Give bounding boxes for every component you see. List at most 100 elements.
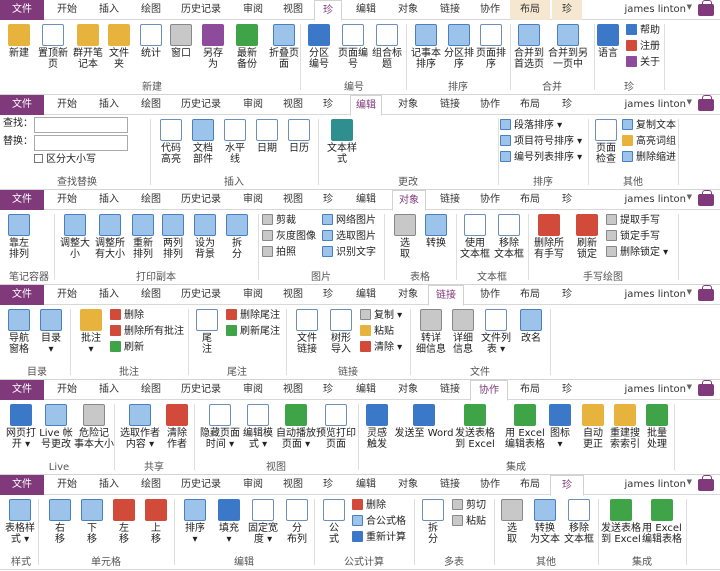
- small-button[interactable]: 清除 ▾: [360, 341, 402, 355]
- ribbon-button[interactable]: 转换: [422, 214, 450, 249]
- ribbon-button[interactable]: 删除所 有手写: [530, 214, 568, 260]
- ribbon-button[interactable]: 刷新 锁定: [572, 214, 602, 260]
- tab-7[interactable]: 珍: [314, 0, 342, 21]
- ribbon-button[interactable]: 使用 文本框: [458, 214, 492, 260]
- tab-11[interactable]: 协作: [474, 285, 506, 305]
- small-button[interactable]: 识别文字: [322, 246, 376, 260]
- ribbon-button[interactable]: 另存 为: [198, 24, 228, 70]
- small-button[interactable]: 删除: [110, 309, 144, 323]
- ribbon-button[interactable]: 批注 ▾: [76, 309, 106, 355]
- ribbon-button[interactable]: 页面编 号: [336, 24, 370, 70]
- ribbon-button[interactable]: 用 Excel 编辑表格: [640, 499, 684, 545]
- user-name[interactable]: james linton: [625, 380, 686, 400]
- ribbon-button[interactable]: 固定宽 度 ▾: [246, 499, 280, 545]
- user-name[interactable]: james linton: [625, 0, 686, 20]
- tab-13[interactable]: 珍: [552, 95, 582, 115]
- small-button[interactable]: 区分大小写: [34, 153, 96, 167]
- tab-1[interactable]: 开始: [52, 475, 82, 495]
- ribbon-button[interactable]: 发送至 Word: [394, 404, 454, 439]
- ribbon-button[interactable]: 代码 高亮: [156, 119, 186, 165]
- small-button[interactable]: 刷新尾注: [226, 325, 280, 339]
- ribbon-button[interactable]: 左 移: [110, 499, 138, 545]
- ribbon-button[interactable]: 窗口: [166, 24, 196, 59]
- tab-0[interactable]: 文件: [0, 190, 44, 210]
- tab-3[interactable]: 绘图: [136, 0, 166, 20]
- ribbon-button[interactable]: 水平 线: [220, 119, 250, 165]
- ribbon-button[interactable]: 尾 注: [192, 309, 222, 355]
- ribbon-button[interactable]: 组合标 题: [370, 24, 404, 70]
- small-button[interactable]: 刷新: [110, 341, 144, 355]
- ribbon-button[interactable]: 移除 文本框: [492, 214, 526, 260]
- tab-7[interactable]: 珍: [316, 95, 340, 115]
- tab-8[interactable]: 编辑: [350, 0, 382, 20]
- ribbon-button[interactable]: 目录 ▾: [36, 309, 66, 355]
- ribbon-button[interactable]: 重新 排列: [128, 214, 158, 260]
- tab-5[interactable]: 审阅: [238, 190, 268, 210]
- tab-2[interactable]: 插入: [94, 95, 124, 115]
- small-button[interactable]: 复制文本: [622, 119, 676, 133]
- ribbon-button[interactable]: 文本样 式: [324, 119, 360, 165]
- ribbon-button[interactable]: 调整所 有大小: [92, 214, 128, 260]
- ribbon-button[interactable]: 预览打印 页面: [314, 404, 358, 450]
- small-button[interactable]: 删除锁定 ▾: [606, 246, 668, 260]
- small-button[interactable]: 粘贴: [452, 515, 486, 529]
- small-button[interactable]: 编号列表排序 ▾: [500, 151, 582, 165]
- ribbon-button[interactable]: 调整大 小: [58, 214, 92, 260]
- tab-11[interactable]: 协作: [474, 95, 506, 115]
- ribbon-button[interactable]: 转详 细信息: [416, 309, 446, 355]
- ribbon-button[interactable]: 右 移: [46, 499, 74, 545]
- ribbon-button[interactable]: 文件列 表 ▾: [478, 309, 514, 355]
- tab-0[interactable]: 文件: [0, 0, 44, 20]
- ribbon-button[interactable]: 下 移: [78, 499, 106, 545]
- tab-1[interactable]: 开始: [52, 380, 82, 400]
- tab-13[interactable]: 珍: [552, 0, 582, 20]
- ribbon-button[interactable]: 排序 ▾: [180, 499, 210, 545]
- ribbon-button[interactable]: 两列 排列: [158, 214, 188, 260]
- small-button[interactable]: 复制 ▾: [360, 309, 402, 323]
- user-name[interactable]: james linton: [625, 475, 686, 495]
- ribbon-button[interactable]: 分区排 序: [442, 24, 476, 70]
- tab-6[interactable]: 视图: [278, 285, 308, 305]
- chevron-down-icon[interactable]: ▼: [687, 478, 692, 486]
- ribbon-button[interactable]: 自动 更正: [578, 404, 608, 450]
- tab-11[interactable]: 协作: [474, 190, 506, 210]
- tab-10[interactable]: 链接: [434, 475, 466, 495]
- tab-0[interactable]: 文件: [0, 380, 44, 400]
- chevron-down-icon[interactable]: ▼: [687, 288, 692, 296]
- tab-0[interactable]: 文件: [0, 95, 44, 115]
- tab-12[interactable]: 布局: [510, 285, 550, 305]
- tab-6[interactable]: 视图: [278, 190, 308, 210]
- ribbon-button[interactable]: 填充 ▾: [214, 499, 244, 545]
- ribbon-button[interactable]: 折叠页 面: [266, 24, 302, 70]
- tab-10[interactable]: 链接: [434, 95, 466, 115]
- tab-6[interactable]: 视图: [278, 380, 308, 400]
- ribbon-button[interactable]: 设为 背景: [190, 214, 220, 260]
- ribbon-button[interactable]: 导航 窗格: [4, 309, 34, 355]
- tab-4[interactable]: 历史记录: [176, 475, 226, 495]
- tab-13[interactable]: 珍: [552, 190, 582, 210]
- ribbon-button[interactable]: 移除 文本框: [562, 499, 596, 545]
- small-button[interactable]: 剪裁: [262, 214, 296, 228]
- tab-1[interactable]: 开始: [52, 190, 82, 210]
- tab-13[interactable]: 珍: [550, 475, 584, 496]
- tab-1[interactable]: 开始: [52, 95, 82, 115]
- tab-5[interactable]: 审阅: [238, 95, 268, 115]
- ribbon-button[interactable]: 页面 检查: [592, 119, 620, 165]
- tab-5[interactable]: 审阅: [238, 380, 268, 400]
- tab-0[interactable]: 文件: [0, 475, 44, 495]
- user-name[interactable]: james linton: [625, 95, 686, 115]
- tab-1[interactable]: 开始: [52, 285, 82, 305]
- ribbon-button[interactable]: 发送表格 到 Excel: [452, 404, 498, 450]
- ribbon-button[interactable]: 危险记 事本大小: [72, 404, 116, 450]
- ribbon-button[interactable]: 分 布列: [282, 499, 312, 545]
- tab-8[interactable]: 编辑: [350, 95, 382, 116]
- tab-2[interactable]: 插入: [94, 285, 124, 305]
- ribbon-button[interactable]: 文件 链接: [292, 309, 322, 355]
- ribbon-button[interactable]: 最新 备份: [232, 24, 262, 70]
- ribbon-button[interactable]: 置顶新 页: [34, 24, 72, 70]
- tab-11[interactable]: 协作: [474, 0, 506, 20]
- small-button[interactable]: 删除尾注: [226, 309, 280, 323]
- tab-5[interactable]: 审阅: [238, 0, 268, 20]
- ribbon-button[interactable]: 图标 ▾: [546, 404, 574, 450]
- ribbon-button[interactable]: 上 移: [142, 499, 170, 545]
